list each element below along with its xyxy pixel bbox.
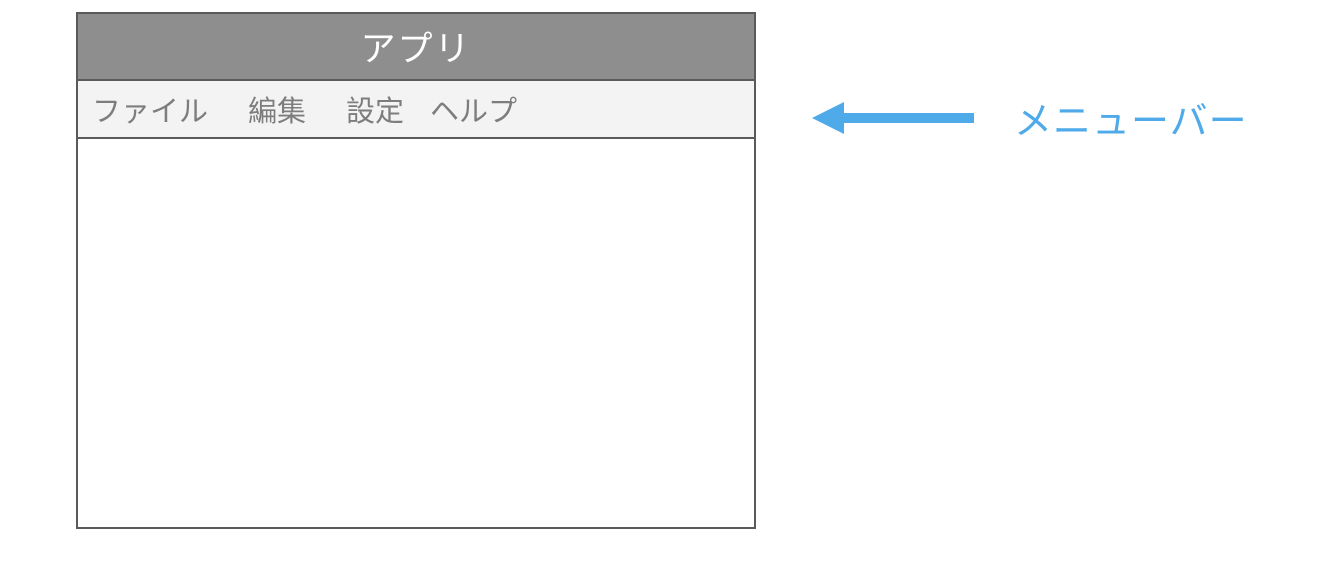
app-window: アプリ ファイル 編集 設定 ヘルプ: [76, 12, 756, 529]
content-area: [78, 139, 754, 527]
menu-item-help[interactable]: ヘルプ: [430, 88, 517, 130]
arrow-left-icon: [808, 94, 978, 142]
annotation: メニューバー: [808, 90, 1248, 145]
menu-item-edit[interactable]: 編集: [248, 88, 306, 130]
menu-item-settings[interactable]: 設定: [346, 88, 404, 130]
menu-bar: ファイル 編集 設定 ヘルプ: [78, 79, 754, 139]
menu-item-file[interactable]: ファイル: [92, 88, 208, 130]
annotation-label: メニューバー: [1014, 90, 1248, 145]
title-bar: アプリ: [78, 14, 754, 79]
window-title: アプリ: [360, 21, 471, 72]
